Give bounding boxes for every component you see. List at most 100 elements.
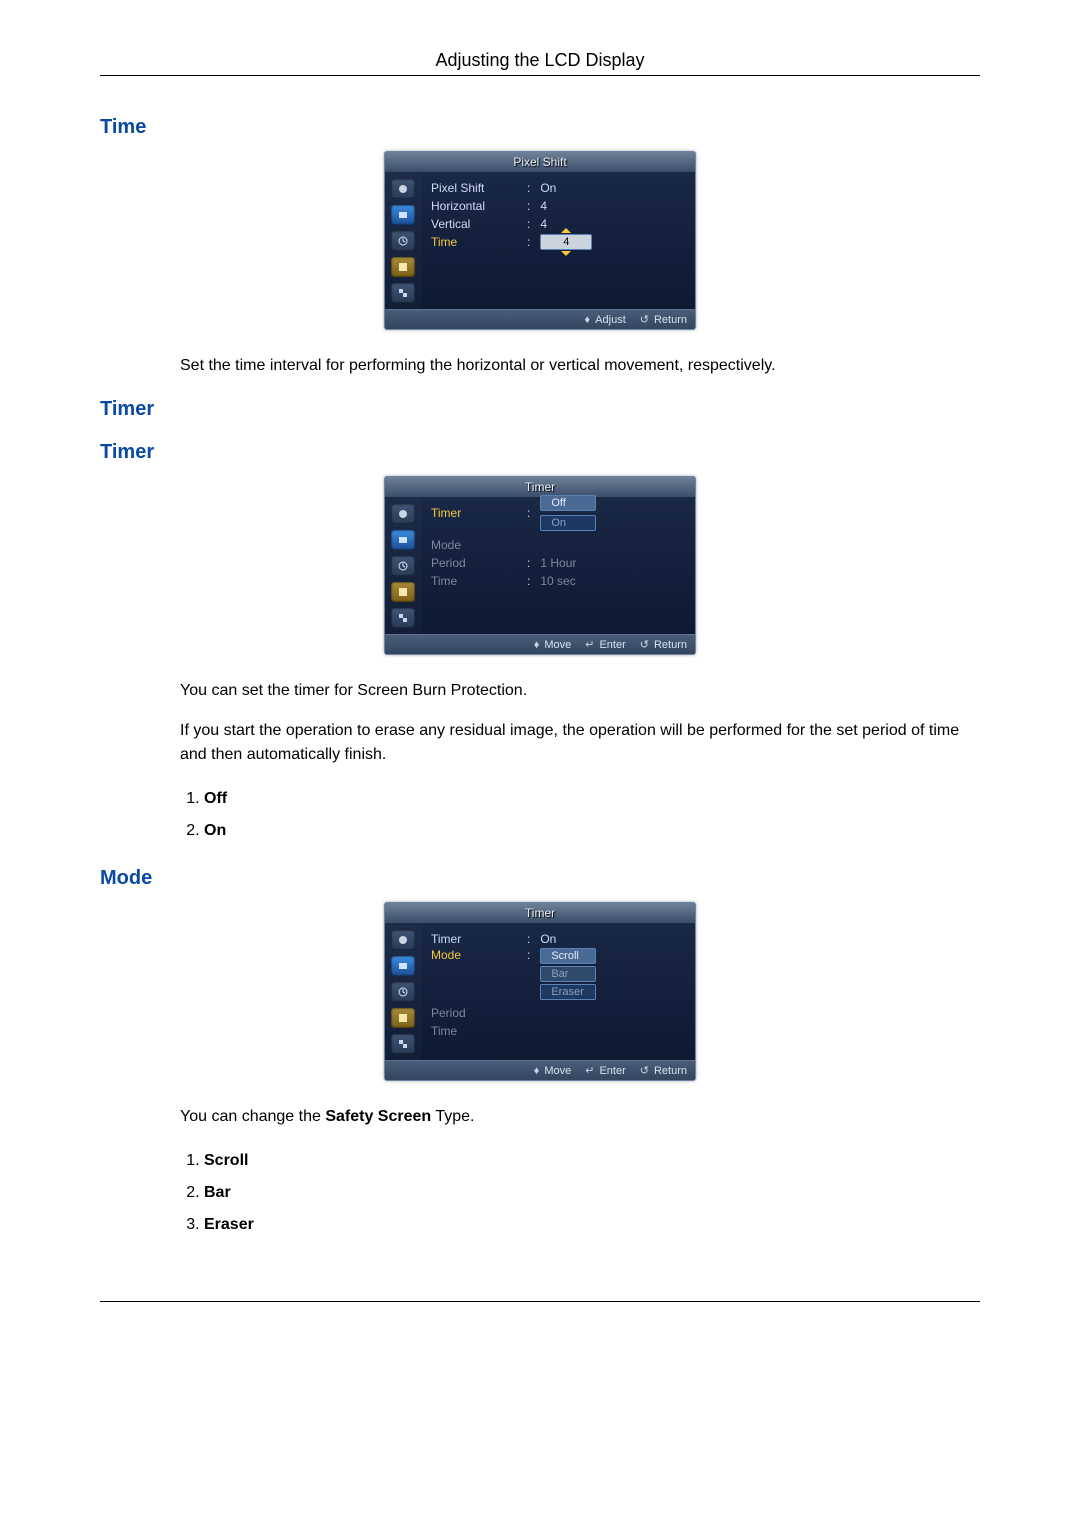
value-time: 10 sec xyxy=(540,574,575,588)
value-vertical: 4 xyxy=(540,217,547,231)
footer-return: ↺Return xyxy=(640,313,687,326)
colon: : xyxy=(527,199,530,213)
label-timer: Timer xyxy=(431,506,521,520)
setup-icon xyxy=(391,257,415,277)
osd-title: Pixel Shift xyxy=(385,152,695,173)
enter-icon: ↵ xyxy=(585,1064,594,1077)
list-item: Eraser xyxy=(204,1209,980,1241)
list-item: On xyxy=(204,815,980,847)
osd-screenshot-mode: Timer Timer : On Mode xyxy=(100,902,980,1081)
footer-enter: ↵Enter xyxy=(585,1064,626,1077)
label-timer: Timer xyxy=(431,932,521,946)
picture-icon xyxy=(391,179,415,199)
opt-eraser: Eraser xyxy=(540,984,596,1000)
colon: : xyxy=(527,217,530,231)
text-mode-desc: You can change the Safety Screen Type. xyxy=(180,1105,980,1129)
text-timer-desc2: If you start the operation to erase any … xyxy=(180,719,980,767)
picture-icon xyxy=(391,930,415,950)
label-horizontal: Horizontal xyxy=(431,199,521,213)
value-period: 1 Hour xyxy=(540,556,576,570)
opt-timer-off: Off xyxy=(540,495,596,511)
osd-sidebar-icons xyxy=(385,498,421,634)
label-time: Time xyxy=(431,574,521,588)
osd-screenshot-timer: Timer Timer : Off On xyxy=(100,476,980,655)
updown-icon: ♦ xyxy=(534,639,540,651)
osd-footer: ♦Adjust ↺Return xyxy=(385,309,695,329)
footer-return: ↺Return xyxy=(640,638,687,651)
osd-rows: Timer : On Mode : Scroll Bar Eraser xyxy=(421,924,695,1060)
mode-text-block: You can change the Safety Screen Type. S… xyxy=(180,1105,980,1241)
row-mode: Mode xyxy=(431,536,689,554)
osd-panel: Timer Timer : Off On xyxy=(384,476,696,655)
picture-icon xyxy=(391,504,415,524)
osd-body: Timer : On Mode : Scroll Bar Eraser xyxy=(385,924,695,1060)
value-horizontal: 4 xyxy=(540,199,547,213)
sound-icon xyxy=(391,530,415,550)
row-vertical: Vertical : 4 xyxy=(431,215,689,233)
clock-icon xyxy=(391,982,415,1002)
text-time-desc: Set the time interval for performing the… xyxy=(180,354,980,378)
osd-rows: Timer : Off On Mode Period : 1 Hour xyxy=(421,498,695,634)
updown-icon: ♦ xyxy=(585,314,591,326)
opt-eraser: Eraser xyxy=(204,1216,254,1233)
label-period: Period xyxy=(431,556,521,570)
section-title-timer-1: Timer xyxy=(100,398,980,421)
osd-sidebar-icons xyxy=(385,924,421,1060)
sound-icon xyxy=(391,205,415,225)
osd-title: Timer xyxy=(385,903,695,924)
timer-options-list: Off On xyxy=(180,783,980,847)
label-pixel-shift: Pixel Shift xyxy=(431,181,521,195)
osd-body: Pixel Shift : On Horizontal : 4 Vertical… xyxy=(385,173,695,309)
opt-bar: Bar xyxy=(540,966,596,982)
opt-on: On xyxy=(204,822,226,839)
section-title-timer-2: Timer xyxy=(100,441,980,464)
label-period: Period xyxy=(431,1006,521,1020)
colon: : xyxy=(527,948,530,962)
row-pixel-shift: Pixel Shift : On xyxy=(431,179,689,197)
osd-body: Timer : Off On Mode Period : 1 Hour xyxy=(385,498,695,634)
footer-return: ↺Return xyxy=(640,1064,687,1077)
row-horizontal: Horizontal : 4 xyxy=(431,197,689,215)
enter-icon: ↵ xyxy=(585,638,594,651)
opt-scroll: Scroll xyxy=(540,948,596,964)
opt-off: Off xyxy=(204,790,227,807)
time-text-block: Set the time interval for performing the… xyxy=(180,354,980,378)
osd-screenshot-time: Pixel Shift Pixel Shift : On H xyxy=(100,151,980,330)
row-time: Time : 10 sec xyxy=(431,572,689,590)
multi-icon xyxy=(391,608,415,628)
osd-panel: Pixel Shift Pixel Shift : On H xyxy=(384,151,696,330)
clock-icon xyxy=(391,231,415,251)
setup-icon xyxy=(391,582,415,602)
osd-footer: ♦Move ↵Enter ↺Return xyxy=(385,634,695,654)
osd-panel: Timer Timer : On Mode xyxy=(384,902,696,1081)
footer-move: ♦Move xyxy=(534,638,572,651)
setup-icon xyxy=(391,1008,415,1028)
colon: : xyxy=(527,932,530,946)
row-timer: Timer : On xyxy=(431,930,689,948)
row-period: Period : 1 Hour xyxy=(431,554,689,572)
row-mode: Mode : Scroll Bar Eraser xyxy=(431,948,689,1000)
page: Adjusting the LCD Display Time Pixel Shi… xyxy=(0,0,1080,1362)
section-title-mode: Mode xyxy=(100,867,980,890)
colon: : xyxy=(527,506,530,520)
clock-icon xyxy=(391,556,415,576)
colon: : xyxy=(527,574,530,588)
footer-adjust: ♦Adjust xyxy=(585,313,626,326)
page-header-title: Adjusting the LCD Display xyxy=(100,50,980,76)
list-item: Bar xyxy=(204,1177,980,1209)
timer-text-block: You can set the timer for Screen Burn Pr… xyxy=(180,679,980,847)
updown-icon: ♦ xyxy=(534,1065,540,1077)
row-time: Time xyxy=(431,1022,689,1040)
colon: : xyxy=(527,556,530,570)
list-item: Off xyxy=(204,783,980,815)
spin-time-value: 4 xyxy=(540,234,592,250)
footer-move: ♦Move xyxy=(534,1064,572,1077)
footer-enter: ↵Enter xyxy=(585,638,626,651)
value-pixel-shift: On xyxy=(540,181,556,195)
colon: : xyxy=(527,181,530,195)
value-time: 4 xyxy=(563,236,569,248)
multi-icon xyxy=(391,283,415,303)
section-title-time: Time xyxy=(100,116,980,139)
label-mode: Mode xyxy=(431,538,521,552)
colon: : xyxy=(527,235,530,249)
